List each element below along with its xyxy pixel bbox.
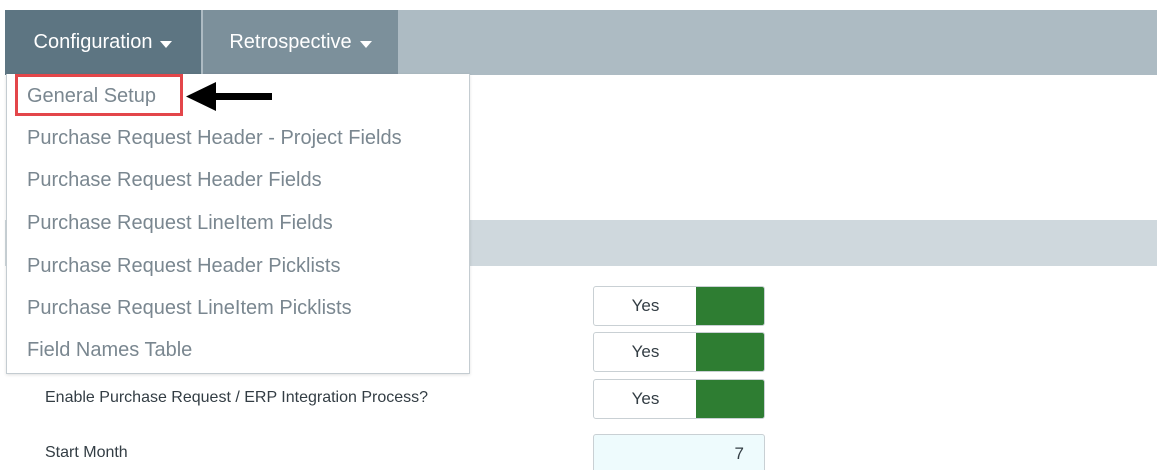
menu-item-pr-header-picklists[interactable]: Purchase Request Header Picklists [27, 254, 340, 278]
toggle-switch-1[interactable]: Yes [593, 286, 765, 326]
page: Configuration Retrospective Yes Yes Enab… [0, 0, 1162, 470]
arrow-left-icon [186, 82, 272, 111]
menu-item-field-names-table[interactable]: Field Names Table [27, 338, 192, 362]
start-month-label: Start Month [45, 444, 128, 461]
toggle-on-indicator [696, 333, 764, 371]
menu-item-pr-lineitem-fields[interactable]: Purchase Request LineItem Fields [27, 211, 333, 235]
toggle-value: Yes [631, 342, 660, 361]
top-navbar: Configuration Retrospective [5, 10, 1157, 75]
menu-item-pr-header-fields[interactable]: Purchase Request Header Fields [27, 168, 322, 192]
nav-tab-retrospective[interactable]: Retrospective [203, 10, 398, 75]
menu-item-pr-header-project-fields[interactable]: Purchase Request Header - Project Fields [27, 126, 402, 150]
toggle-switch-2[interactable]: Yes [593, 332, 765, 372]
toggle-on-indicator [696, 287, 764, 325]
menu-item-pr-lineitem-picklists[interactable]: Purchase Request LineItem Picklists [27, 296, 352, 320]
nav-tab-configuration[interactable]: Configuration [5, 10, 201, 75]
chevron-down-icon [359, 40, 372, 48]
erp-integration-label: Enable Purchase Request / ERP Integratio… [45, 389, 429, 406]
toggle-on-indicator [696, 380, 764, 418]
toggle-value: Yes [631, 296, 660, 315]
nav-tab-retrospective-label: Retrospective [229, 31, 352, 53]
chevron-down-icon [160, 40, 173, 48]
start-month-input[interactable]: 7 [593, 434, 765, 470]
configuration-dropdown-menu: General Setup Purchase Request Header - … [6, 74, 470, 374]
nav-tab-configuration-label: Configuration [33, 31, 153, 53]
start-month-value: 7 [734, 444, 744, 463]
highlight-box [15, 74, 183, 116]
toggle-value: Yes [631, 389, 660, 408]
erp-integration-toggle[interactable]: Yes [593, 379, 765, 419]
